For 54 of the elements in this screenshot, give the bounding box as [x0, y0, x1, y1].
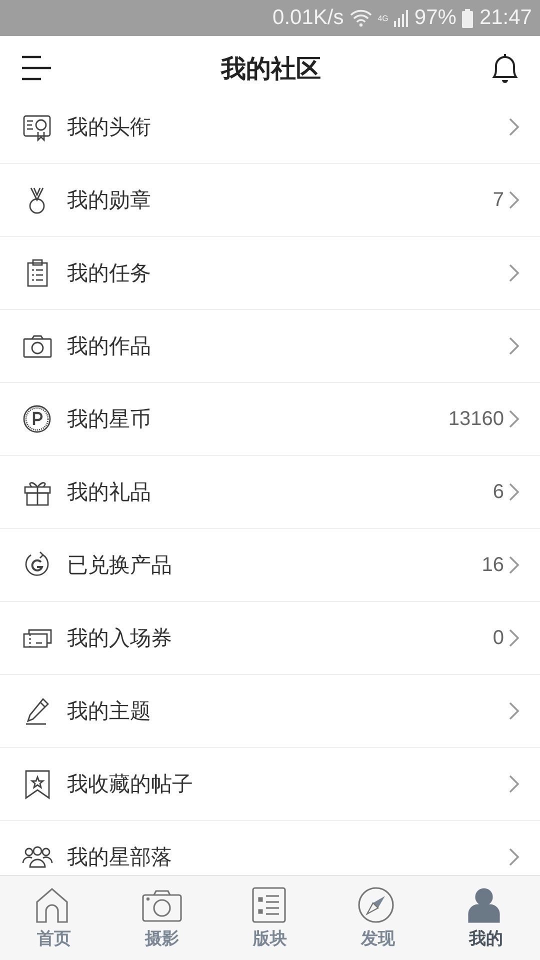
menu-row[interactable]: 已兑换产品 16 [0, 529, 540, 602]
chevron-icon [508, 263, 520, 283]
chevron-icon [508, 482, 520, 502]
row-count: 7 [492, 188, 504, 212]
menu-row[interactable]: 我的入场券 0 [0, 602, 540, 675]
signal-icon [394, 9, 408, 27]
clock: 21:47 [479, 6, 532, 30]
battery-percent: 97% [414, 6, 456, 30]
tab-label: 我的 [469, 928, 503, 950]
tab-label: 摄影 [145, 928, 179, 950]
row-label: 我的入场券 [67, 625, 173, 652]
page-title: 我的社区 [221, 52, 321, 84]
row-label: 我的星部落 [67, 844, 173, 871]
row-count: 6 [492, 480, 504, 504]
chevron-icon [508, 628, 520, 648]
tab-label: 版块 [253, 928, 287, 950]
row-label: 我的任务 [67, 260, 152, 287]
chevron-icon [508, 847, 520, 867]
menu-row[interactable]: 我的礼品 6 [0, 456, 540, 529]
row-label: 我收藏的帖子 [67, 771, 194, 798]
chevron-icon [508, 701, 520, 721]
nav-tab[interactable]: 我的 [432, 876, 540, 960]
row-label: 我的头衔 [67, 114, 152, 141]
bell-icon[interactable] [490, 52, 520, 84]
network-type: 4G [378, 14, 388, 22]
row-count: 0 [492, 626, 504, 650]
row-label: 已兑换产品 [67, 552, 173, 579]
menu-row[interactable]: 我的头衔 [0, 100, 540, 164]
row-label: 我的礼品 [67, 479, 152, 506]
menu-row[interactable]: 我的星币 13160 [0, 383, 540, 456]
network-speed: 0.01K/s [272, 6, 344, 30]
menu-row[interactable]: 我的勋章 7 [0, 164, 540, 237]
row-label: 我的勋章 [67, 187, 152, 214]
row-label: 我的作品 [67, 333, 152, 360]
wifi-icon [350, 9, 372, 27]
menu-icon[interactable] [20, 55, 52, 81]
chevron-icon [508, 774, 520, 794]
tab-label: 发现 [361, 928, 395, 950]
coin-icon [22, 404, 53, 434]
menu-row[interactable]: 我收藏的帖子 [0, 748, 540, 821]
chevron-icon [508, 190, 520, 210]
chevron-icon [508, 336, 520, 356]
chevron-icon [508, 409, 520, 429]
chevron-icon [508, 117, 520, 137]
row-label: 我的主题 [67, 698, 152, 725]
menu-row[interactable]: 我的主题 [0, 675, 540, 748]
row-label: 我的星币 [67, 406, 152, 433]
chevron-icon [508, 555, 520, 575]
battery-icon [462, 8, 474, 28]
row-count: 16 [482, 554, 504, 576]
menu-row[interactable]: 我的作品 [0, 310, 540, 383]
row-count: 13160 [448, 408, 504, 430]
menu-row[interactable]: 我的任务 [0, 237, 540, 310]
tab-label: 首页 [37, 928, 71, 950]
